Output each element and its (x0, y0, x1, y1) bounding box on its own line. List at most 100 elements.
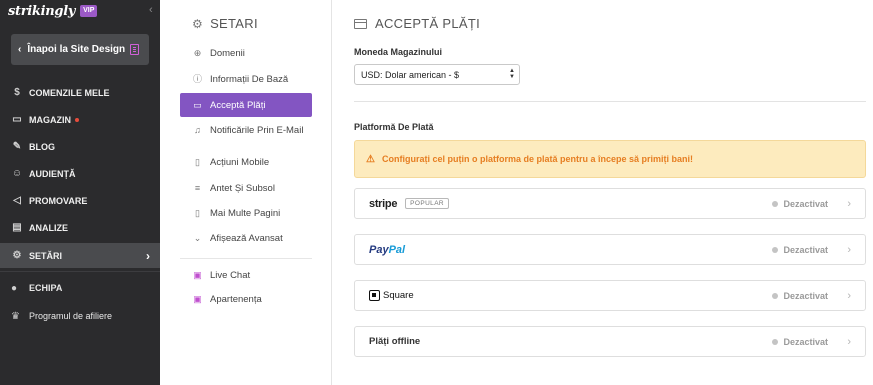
nav-item-orders[interactable]: $ COMENZILE MELE (0, 80, 160, 105)
status-dot (772, 200, 779, 207)
settings-item-label: Notificările Prin E-Mail (210, 125, 304, 136)
gateway-status-text: Dezactivat (783, 336, 828, 347)
settings-item-header-footer[interactable]: ≡ Antet Și Subsol (180, 183, 312, 194)
gateway-row-stripe[interactable]: stripe POPULAR Dezactivat › (354, 188, 866, 219)
settings-item-mobile-actions[interactable]: ▯ Acțiuni Mobile (180, 157, 312, 168)
nav-label: BLOG (29, 141, 55, 152)
app-root: strikingly VIP ‹ ‹ Înapoi la Site Design… (0, 0, 873, 385)
nav-label: AUDIENȚĂ (29, 168, 76, 179)
credit-card-icon (354, 18, 367, 29)
gateway-status-text: Dezactivat (783, 244, 828, 255)
chevron-down-icon: ⌄ (193, 233, 202, 243)
main-content: ACCEPTĂ PLĂȚI Moneda Magazinului USD: Do… (333, 0, 873, 385)
nav-label: MAGAZIN (29, 114, 71, 125)
settings-item-label: Domenii (210, 48, 245, 59)
chevron-right-icon: › (847, 335, 851, 348)
settings-item-accept-payments[interactable]: ▭ Acceptă Plăți (180, 93, 312, 117)
back-button-label: Înapoi la Site Design (27, 44, 126, 55)
back-to-site-design-button[interactable]: ‹ Înapoi la Site Design (11, 34, 149, 65)
chevron-right-icon: › (847, 289, 851, 302)
square-logo-text: Square (383, 290, 414, 301)
membership-icon: ▣ (193, 294, 202, 304)
chevron-right-icon: › (847, 197, 851, 210)
vip-badge: VIP (80, 5, 98, 17)
pages-icon: ▯ (195, 208, 200, 218)
paypal-logo: PayPal (369, 244, 405, 256)
settings-item-more-pages[interactable]: ▯ Mai Multe Pagini (180, 208, 312, 219)
nav-item-promote[interactable]: ◁ PROMOVARE (0, 188, 160, 213)
settings-divider (180, 258, 312, 259)
settings-title: ⚙ SETARI (192, 16, 258, 31)
stripe-logo: stripe (369, 197, 398, 210)
nav-label: ANALIZE (29, 222, 68, 233)
trophy-icon: ♛ (11, 310, 20, 322)
nav-item-settings[interactable]: ⚙ SETĂRI › (0, 243, 160, 268)
chevron-left-icon: ‹ (18, 44, 22, 55)
gateway-status: Dezactivat (772, 235, 828, 264)
nav-item-audience[interactable]: ☺ AUDIENȚĂ (0, 161, 160, 186)
nav-item-store[interactable]: ▭ MAGAZIN (0, 107, 160, 132)
gateway-status-text: Dezactivat (783, 290, 828, 301)
brand-logo: strikingly (8, 3, 76, 19)
gateway-row-paypal[interactable]: PayPal Dezactivat › (354, 234, 866, 265)
nav-label: Programul de afiliere (29, 311, 113, 321)
settings-item-show-advanced[interactable]: ⌄ Afișează Avansat (180, 233, 312, 244)
settings-item-label: Informații De Bază (210, 74, 289, 85)
collapse-sidebar-icon[interactable]: ‹ (149, 4, 153, 16)
chart-icon: ▤ (12, 222, 22, 233)
gateway-status: Dezactivat (772, 189, 828, 218)
bell-icon: ♫ (194, 125, 201, 135)
status-dot (772, 292, 779, 299)
credit-card-icon: ▭ (193, 99, 202, 110)
gear-icon: ⚙ (12, 250, 22, 261)
currency-select[interactable]: USD: Dolar american - $ ▲ ▼ (354, 64, 520, 85)
settings-item-label: Apartenența (210, 294, 262, 305)
nav-item-blog[interactable]: ✎ BLOG (0, 134, 160, 159)
settings-panel: ⚙ SETARI ⊕ Domenii ⓘ Informații De Bază … (160, 0, 332, 385)
nav-item-affiliate[interactable]: ♛ Programul de afiliere (11, 309, 112, 323)
page-title: ACCEPTĂ PLĂȚI (354, 16, 480, 31)
settings-item-domains[interactable]: ⊕ Domenii (180, 48, 312, 59)
settings-title-text: SETARI (210, 16, 258, 31)
nav-label: SETĂRI (29, 250, 63, 261)
currency-select-value: USD: Dolar american - $ (361, 69, 460, 80)
warning-text: Configurați cel puțin o platforma de pla… (381, 154, 694, 164)
square-logo-icon (369, 290, 380, 301)
mobile-icon: ▯ (195, 157, 200, 167)
nav-item-analytics[interactable]: ▤ ANALIZE (0, 215, 160, 240)
nav-label: ECHIPA (29, 283, 63, 293)
globe-icon: ⊕ (193, 48, 202, 58)
section-divider (354, 101, 866, 102)
settings-item-live-chat[interactable]: ▣ Live Chat (180, 270, 312, 281)
brand[interactable]: strikingly VIP (8, 3, 98, 19)
settings-item-membership[interactable]: ▣ Apartenența (180, 294, 312, 305)
settings-item-label: Mai Multe Pagini (210, 208, 281, 219)
warning-icon: ⚠ (366, 153, 375, 165)
gateway-row-square[interactable]: Square Dezactivat › (354, 280, 866, 311)
notification-dot (75, 117, 79, 122)
nav-label: COMENZILE MELE (29, 87, 110, 98)
main-sidebar: strikingly VIP ‹ ‹ Înapoi la Site Design… (0, 0, 160, 385)
settings-item-basic-info[interactable]: ⓘ Informații De Bază (180, 74, 312, 85)
paypal-logo-pal: Pal (388, 243, 406, 256)
store-icon: ▭ (12, 114, 22, 125)
currency-label: Moneda Magazinului (354, 47, 443, 57)
payment-platform-label: Platformă De Plată (354, 122, 434, 132)
pen-icon: ✎ (12, 141, 22, 152)
paypal-logo-pay: Pay (369, 243, 389, 256)
settings-item-label: Afișează Avansat (210, 233, 283, 244)
dollar-circle-icon: $ (14, 87, 20, 98)
gear-icon: ⚙ (192, 16, 204, 31)
nav-item-team[interactable]: ● ECHIPA (11, 281, 62, 295)
audience-icon: ☺ (11, 168, 23, 179)
status-dot (772, 246, 779, 253)
page-title-text: ACCEPTĂ PLĂȚI (375, 16, 481, 31)
popular-badge: POPULAR (405, 198, 450, 209)
gateway-row-offline[interactable]: Plăți offline Dezactivat › (354, 326, 866, 357)
gateway-status: Dezactivat (772, 281, 828, 310)
gateway-status-text: Dezactivat (783, 198, 828, 209)
settings-item-email-notifications[interactable]: ♫ Notificările Prin E-Mail (180, 125, 312, 136)
gateway-status: Dezactivat (772, 327, 828, 356)
info-icon: ⓘ (192, 74, 202, 84)
select-arrows-icon: ▲ ▼ (509, 68, 515, 80)
